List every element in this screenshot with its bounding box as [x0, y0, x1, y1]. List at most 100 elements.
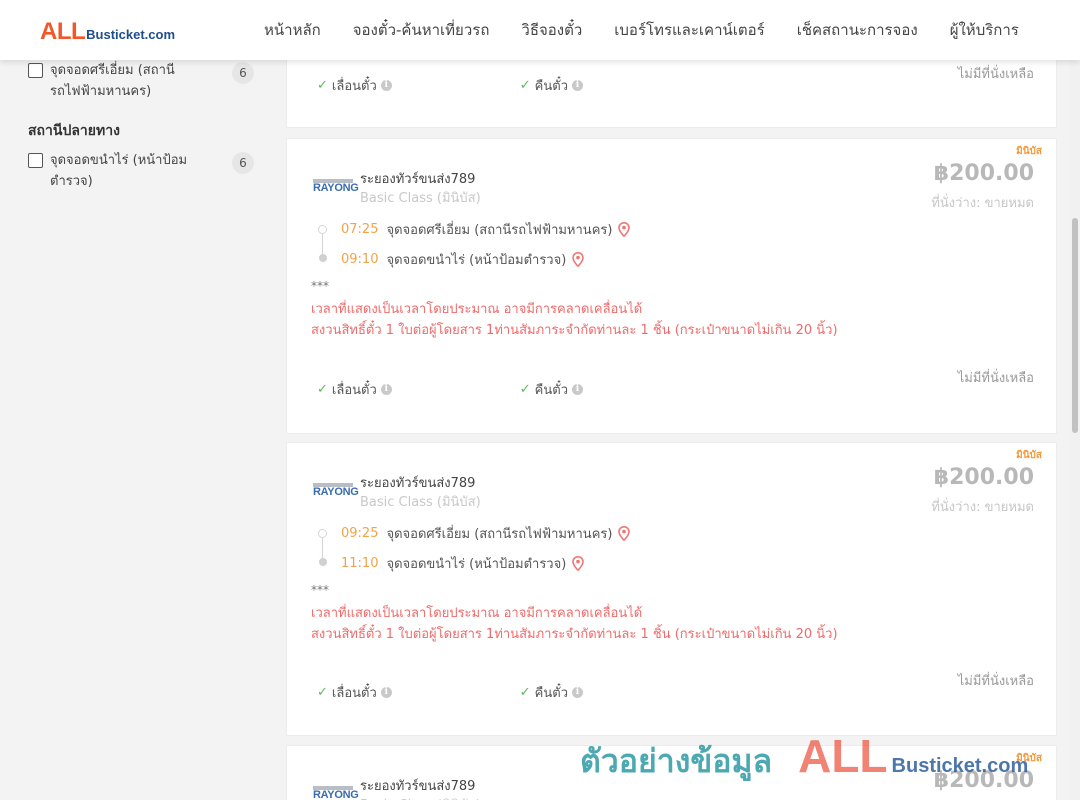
bus-type-badge: มินิบัส — [1016, 146, 1042, 157]
operator-name: ระยองทัวร์ขนส่ง789 — [360, 172, 476, 187]
filter-sidebar: จุดจอดศรีเอี่ยม (สถานีรถไฟฟ้ามหานคร) 6 ส… — [28, 60, 258, 192]
map-pin-icon[interactable] — [572, 252, 585, 267]
refund-ticket-feature: ✓ คืนตั๋ว i — [520, 75, 583, 96]
info-icon[interactable]: i — [572, 687, 583, 698]
check-icon: ✓ — [519, 382, 531, 397]
page-scrollbar[interactable] — [1070, 60, 1080, 800]
scrollbar-thumb[interactable] — [1072, 218, 1078, 433]
refund-ticket-label: คืนตั๋ว — [534, 686, 568, 701]
trip-features: ✓ เลื่อนตั๋ว i ✓ คืนตั๋ว i — [317, 682, 583, 703]
bus-class: Basic Class (มินิบัส) — [360, 495, 481, 510]
trip-card[interactable]: มินิบัส RAYONG ระยองทัวร์ขนส่ง789 Basic … — [286, 745, 1057, 800]
origin-stop-filter[interactable]: จุดจอดศรีเอี่ยม (สถานีรถไฟฟ้ามหานคร) 6 — [28, 60, 258, 102]
departure-stop-name: จุดจอดศรีเอี่ยม (สถานีรถไฟฟ้ามหานคร) — [386, 223, 613, 238]
check-icon: ✓ — [317, 382, 328, 397]
trip-features: ✓ เลื่อนตั๋ว i ✓ คืนตั๋ว i — [317, 75, 583, 96]
destination-stop-count: 6 — [232, 152, 254, 174]
nav-book-search[interactable]: จองตั๋ว-ค้นหาเที่ยวรถ — [337, 18, 506, 42]
bus-class: Basic Class (มินิบัส) — [360, 794, 481, 800]
operator-logo-text: RAYONG — [313, 486, 359, 498]
trip-card[interactable]: มินิบัส RAYONG ระยองทัวร์ขนส่ง789 Basic … — [286, 442, 1057, 736]
luggage-policy-note: สงวนสิทธิ์ตั๋ว 1 ใบต่อผู้โดยสาร 1ท่านสัม… — [311, 627, 838, 642]
info-icon[interactable]: i — [572, 384, 583, 395]
ticket-price: ฿200.00 — [933, 465, 1034, 490]
change-ticket-feature: ✓ เลื่อนตั๋ว i — [317, 682, 392, 703]
destination-stop-label: จุดจอดขนำไร่ (หน้าป้อมตำรวจ) — [50, 153, 188, 189]
trip-card-partial-top: ✓ เลื่อนตั๋ว i ✓ คืนตั๋ว i ไม่มีที่นั่งเ… — [286, 50, 1057, 128]
bus-type-badge: มินิบัส — [1016, 753, 1042, 764]
info-icon[interactable]: i — [380, 687, 392, 698]
origin-stop-count: 6 — [232, 62, 254, 84]
refund-ticket-label: คืนตั๋ว — [534, 79, 568, 94]
destination-section-title: สถานีปลายทาง — [28, 123, 120, 139]
trip-card[interactable]: มินิบัส RAYONG ระยองทัวร์ขนส่ง789 Basic … — [286, 138, 1057, 434]
refund-ticket-feature: ✓ คืนตั๋ว i — [520, 682, 583, 703]
logo-domain-text: Busticket.com — [86, 27, 176, 42]
ticket-price: ฿200.00 — [933, 768, 1034, 793]
arrival-stop: 11:10 จุดจอดขนำไร่ (หน้าป้อมตำรวจ) — [341, 553, 585, 574]
arrival-time: 09:10 — [341, 252, 379, 267]
origin-stop-checkbox[interactable] — [28, 63, 43, 78]
departure-time: 09:25 — [341, 526, 379, 541]
nav-home[interactable]: หน้าหลัก — [248, 18, 337, 42]
destination-stop-checkbox[interactable] — [28, 153, 43, 168]
trip-notes: เวลาที่แสดงเป็นเวลาโดยประมาณ อาจมีการคลา… — [311, 299, 838, 341]
change-ticket-label: เลื่อนตั๋ว — [331, 686, 377, 701]
site-logo[interactable]: ALL Busticket.com — [40, 18, 175, 46]
operator-name: ระยองทัวร์ขนส่ง789 — [360, 779, 476, 794]
refund-ticket-feature: ✓ คืนตั๋ว i — [520, 379, 583, 400]
arrival-stop-name: จุดจอดขนำไร่ (หน้าป้อมตำรวจ) — [386, 557, 567, 572]
arrival-stop: 09:10 จุดจอดขนำไร่ (หน้าป้อมตำรวจ) — [341, 249, 585, 270]
operator-name: ระยองทัวร์ขนส่ง789 — [360, 476, 476, 491]
no-seat-status: ไม่มีที่นั่งเหลือ — [957, 674, 1034, 689]
trip-notes: เวลาที่แสดงเป็นเวลาโดยประมาณ อาจมีการคลา… — [311, 603, 838, 645]
ticket-price: ฿200.00 — [933, 161, 1034, 186]
change-ticket-feature: ✓ เลื่อนตั๋ว i — [317, 379, 392, 400]
change-ticket-label: เลื่อนตั๋ว — [331, 79, 377, 94]
seats-available: ที่นั่งว่าง: ขายหมด — [931, 500, 1034, 515]
nav-operators[interactable]: ผู้ให้บริการ — [934, 18, 1035, 42]
arrival-stop-name: จุดจอดขนำไร่ (หน้าป้อมตำรวจ) — [386, 253, 567, 268]
check-icon: ✓ — [317, 78, 328, 93]
arrival-time: 11:10 — [341, 556, 379, 571]
info-icon[interactable]: i — [380, 384, 392, 395]
origin-stop-label: จุดจอดศรีเอี่ยม (สถานีรถไฟฟ้ามหานคร) — [50, 63, 175, 99]
departure-stop-name: จุดจอดศรีเอี่ยม (สถานีรถไฟฟ้ามหานคร) — [386, 527, 613, 542]
map-pin-icon[interactable] — [618, 526, 631, 541]
departure-stop: 07:25 จุดจอดศรีเอี่ยม (สถานีรถไฟฟ้ามหานค… — [341, 219, 631, 240]
nav-contact-counters[interactable]: เบอร์โทรและเคาน์เตอร์ — [598, 18, 780, 42]
note-separator: *** — [311, 279, 329, 293]
route-timeline — [318, 527, 328, 567]
refund-ticket-label: คืนตั๋ว — [534, 383, 568, 398]
bus-type-badge: มินิบัส — [1016, 450, 1042, 461]
departure-stop: 09:25 จุดจอดศรีเอี่ยม (สถานีรถไฟฟ้ามหานค… — [341, 523, 631, 544]
time-estimate-note: เวลาที่แสดงเป็นเวลาโดยประมาณ อาจมีการคลา… — [311, 302, 643, 317]
time-estimate-note: เวลาที่แสดงเป็นเวลาโดยประมาณ อาจมีการคลา… — [311, 606, 643, 621]
check-icon: ✓ — [519, 685, 531, 700]
map-pin-icon[interactable] — [618, 222, 631, 237]
logo-all-text: ALL — [40, 18, 86, 45]
main-nav: หน้าหลัก จองตั๋ว-ค้นหาเที่ยวรถ วิธีจองตั… — [248, 0, 1035, 60]
operator-logo: RAYONG — [313, 179, 359, 195]
route-timeline — [318, 223, 328, 263]
operator-logo-text: RAYONG — [313, 789, 359, 800]
nav-check-status[interactable]: เช็คสถานะการจอง — [781, 18, 934, 42]
luggage-policy-note: สงวนสิทธิ์ตั๋ว 1 ใบต่อผู้โดยสาร 1ท่านสัม… — [311, 323, 838, 338]
info-icon[interactable]: i — [572, 80, 583, 91]
operator-logo: RAYONG — [313, 786, 359, 800]
no-seat-status: ไม่มีที่นั่งเหลือ — [957, 67, 1034, 82]
destination-stop-filter[interactable]: จุดจอดขนำไร่ (หน้าป้อมตำรวจ) 6 — [28, 150, 258, 192]
change-ticket-feature: ✓ เลื่อนตั๋ว i — [317, 75, 392, 96]
map-pin-icon[interactable] — [572, 556, 585, 571]
no-seat-status: ไม่มีที่นั่งเหลือ — [957, 371, 1034, 386]
bus-class: Basic Class (มินิบัส) — [360, 191, 481, 206]
check-icon: ✓ — [317, 685, 328, 700]
change-ticket-label: เลื่อนตั๋ว — [331, 383, 377, 398]
check-icon: ✓ — [519, 78, 531, 93]
seats-available: ที่นั่งว่าง: ขายหมด — [931, 196, 1034, 211]
note-separator: *** — [311, 583, 329, 597]
operator-logo-text: RAYONG — [313, 182, 359, 194]
nav-how-to-book[interactable]: วิธีจองตั๋ว — [505, 18, 598, 42]
departure-time: 07:25 — [341, 222, 379, 237]
info-icon[interactable]: i — [380, 80, 392, 91]
